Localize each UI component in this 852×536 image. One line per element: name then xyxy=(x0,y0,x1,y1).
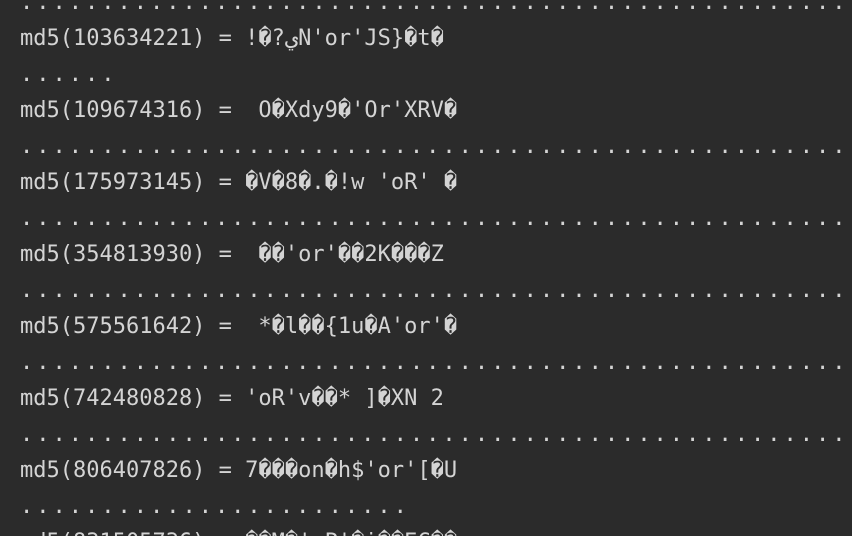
hash-line: md5(103634221) = !�?يN'or'JS}�t� xyxy=(20,26,444,51)
hash-line: md5(806407826) = 7���on�h$'or'[�U xyxy=(20,458,458,483)
hash-line: md5(109674316) = O�Xdy9�'Or'XRV� xyxy=(20,98,458,123)
separator-dots: ........................................… xyxy=(20,134,852,159)
hash-line: md5(742480828) = 'oR'v��* ]�XN 2 xyxy=(20,386,444,411)
separator-dots: ........................................… xyxy=(20,350,852,375)
separator-dots: ........................ xyxy=(20,494,410,519)
hash-line: md5(575561642) = *�l��{1u�A'or'� xyxy=(20,314,458,339)
separator-dots: ........................................… xyxy=(20,206,852,231)
separator-dots: ........................................… xyxy=(20,278,852,303)
output-lines: ........................................… xyxy=(20,0,852,536)
hash-line: md5(354813930) = ��'or'��2K���Z xyxy=(20,242,444,267)
hash-line: md5(175973145) = �V�8�.�!w 'oR' � xyxy=(20,170,458,195)
separator-dots: ........................................… xyxy=(20,422,852,447)
hash-line: md5(831505736) = ��M�'.P'�i��EC�� xyxy=(20,525,852,536)
separator-dots: ...... xyxy=(20,62,118,87)
separator-dots: ........................................… xyxy=(20,0,852,15)
terminal-output[interactable]: ........................................… xyxy=(0,0,852,536)
